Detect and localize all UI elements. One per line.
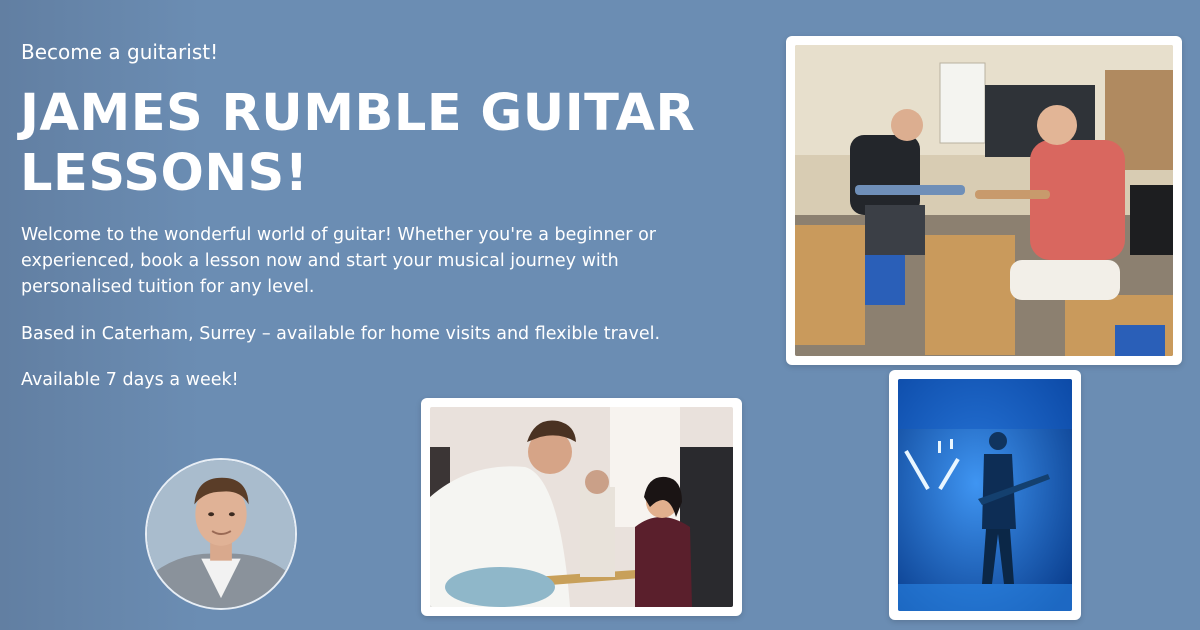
wedding-band-photo bbox=[430, 407, 733, 607]
stage-blue-photo-frame bbox=[889, 370, 1081, 620]
kicker-text: Become a guitarist! bbox=[21, 40, 219, 64]
location-paragraph: Based in Caterham, Surrey – available fo… bbox=[21, 324, 661, 344]
classroom-lesson-photo bbox=[795, 45, 1173, 356]
wedding-band-photo-frame bbox=[421, 398, 742, 616]
avatar bbox=[145, 458, 297, 610]
stage-blue-photo bbox=[898, 379, 1072, 611]
classroom-lesson-photo-frame bbox=[786, 36, 1182, 365]
availability-paragraph: Available 7 days a week! bbox=[21, 370, 239, 390]
page-title: JAMES RUMBLE GUITAR LESSONS! bbox=[20, 84, 696, 203]
intro-paragraph: Welcome to the wonderful world of guitar… bbox=[21, 225, 656, 297]
avatar-photo bbox=[147, 460, 295, 608]
